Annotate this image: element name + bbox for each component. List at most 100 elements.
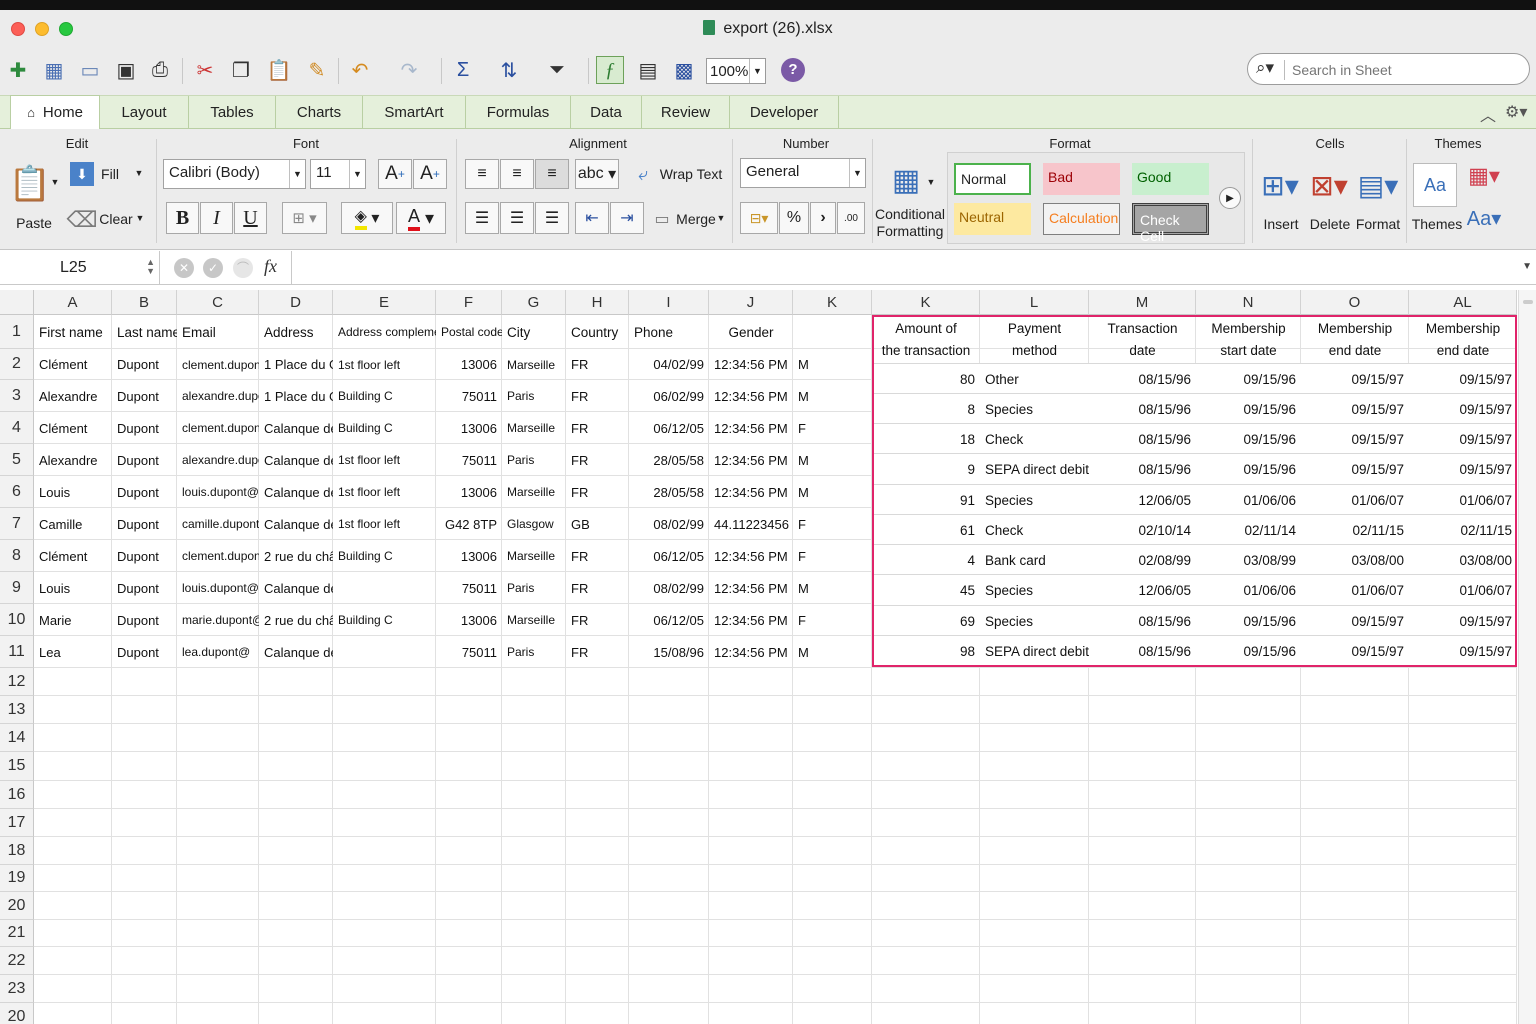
row-header[interactable]: 23: [0, 975, 34, 1003]
table-cell[interactable]: Building C: [333, 380, 436, 412]
column-header[interactable]: A: [34, 290, 112, 315]
align-middle-button[interactable]: ≡: [500, 159, 534, 189]
column-header[interactable]: AL: [1409, 290, 1517, 315]
table-cell[interactable]: Marseille: [502, 476, 566, 508]
table-cell[interactable]: 1st floor left: [333, 444, 436, 476]
scrollbar-thumb[interactable]: [1523, 300, 1533, 304]
cancel-icon[interactable]: ✕: [174, 258, 194, 278]
table-cell[interactable]: louis.dupont@: [177, 572, 259, 604]
table-cell[interactable]: Paris: [502, 636, 566, 668]
decrease-indent-button[interactable]: ⇤: [575, 202, 609, 234]
column-header[interactable]: K: [872, 290, 980, 315]
table-cell[interactable]: 13006: [436, 540, 502, 572]
table-cell[interactable]: M: [793, 636, 872, 668]
filter-icon[interactable]: ⏷: [543, 56, 571, 84]
header-cell[interactable]: Phone: [629, 315, 709, 349]
collapse-ribbon-icon[interactable]: ︿: [1480, 102, 1496, 126]
table-cell[interactable]: Louis: [34, 476, 112, 508]
confirm-icon[interactable]: ✓: [203, 258, 223, 278]
column-header[interactable]: N: [1196, 290, 1301, 315]
table-cell[interactable]: 06/02/99: [629, 380, 709, 412]
fx-label[interactable]: fx: [264, 256, 277, 277]
table-cell[interactable]: Paris: [502, 380, 566, 412]
comma-format-button[interactable]: ›: [810, 202, 836, 234]
table-cell[interactable]: M: [793, 572, 872, 604]
table-cell[interactable]: 75011: [436, 380, 502, 412]
row-header[interactable]: 16: [0, 781, 34, 809]
column-header[interactable]: E: [333, 290, 436, 315]
chevron-down-icon[interactable]: ▼: [716, 211, 726, 225]
table-cell[interactable]: [333, 636, 436, 668]
zoom-select[interactable]: 100% ▼: [706, 58, 766, 84]
table-cell[interactable]: 1st floor left: [333, 508, 436, 540]
conditional-formatting-icon[interactable]: ▦: [886, 159, 926, 201]
row-header[interactable]: 22: [0, 947, 34, 975]
row-header[interactable]: 7: [0, 508, 34, 540]
row-header[interactable]: 6: [0, 476, 34, 508]
increase-font-size-button[interactable]: A +: [378, 159, 412, 189]
increase-indent-button[interactable]: ⇥: [610, 202, 644, 234]
paste-icon[interactable]: 📋: [9, 159, 51, 209]
table-cell[interactable]: Calanque de S: [259, 476, 333, 508]
chevron-down-icon[interactable]: ▼: [132, 166, 146, 180]
row-header[interactable]: 15: [0, 752, 34, 781]
show-hide-icon[interactable]: ▤: [634, 56, 662, 84]
vertical-scrollbar[interactable]: [1518, 290, 1536, 1024]
table-cell[interactable]: Marie: [34, 604, 112, 636]
table-cell[interactable]: Marseille: [502, 604, 566, 636]
clear-button[interactable]: Clear: [98, 209, 134, 229]
table-cell[interactable]: Calanque de S: [259, 444, 333, 476]
search-sheet-field[interactable]: ⌕▾: [1247, 53, 1530, 85]
table-cell[interactable]: 75011: [436, 444, 502, 476]
table-cell[interactable]: Clément: [34, 349, 112, 380]
table-cell[interactable]: Marseille: [502, 412, 566, 444]
format-button[interactable]: Format: [1354, 214, 1402, 234]
eraser-icon[interactable]: ⌫: [66, 206, 97, 234]
row-header[interactable]: 1: [0, 315, 34, 349]
wrap-text-icon[interactable]: ⤶: [629, 160, 657, 188]
table-cell[interactable]: 28/05/58: [629, 444, 709, 476]
number-format-select[interactable]: General ▼: [740, 158, 866, 188]
table-cell[interactable]: F: [793, 604, 872, 636]
tab-home[interactable]: ⌂ Home: [10, 95, 100, 129]
fill-icon[interactable]: ⬇: [70, 162, 94, 186]
column-header[interactable]: F: [436, 290, 502, 315]
autosum-icon[interactable]: Σ: [449, 56, 477, 84]
table-cell[interactable]: 75011: [436, 636, 502, 668]
currency-format-button[interactable]: ⊟▾: [740, 202, 778, 234]
table-cell[interactable]: Louis: [34, 572, 112, 604]
table-cell[interactable]: FR: [566, 349, 629, 380]
table-cell[interactable]: Marseille: [502, 540, 566, 572]
column-header[interactable]: C: [177, 290, 259, 315]
tab-formulas[interactable]: Formulas: [466, 96, 571, 129]
column-header[interactable]: J: [709, 290, 793, 315]
format-cells-icon[interactable]: ▤▾: [1356, 161, 1400, 209]
new-icon[interactable]: ✚: [4, 56, 32, 84]
function-wizard-icon[interactable]: ⌒: [233, 258, 253, 278]
header-cell[interactable]: Gender: [709, 315, 793, 349]
table-cell[interactable]: Clément: [34, 412, 112, 444]
table-cell[interactable]: 12:34:56 PM: [709, 476, 793, 508]
table-cell[interactable]: Calanque de S: [259, 412, 333, 444]
column-header[interactable]: I: [629, 290, 709, 315]
style-bad[interactable]: Bad: [1043, 163, 1120, 195]
table-cell[interactable]: Calanque de S: [259, 636, 333, 668]
open-icon[interactable]: ▭: [76, 56, 104, 84]
align-left-button[interactable]: ☰: [465, 202, 499, 234]
row-header[interactable]: 8: [0, 540, 34, 572]
table-cell[interactable]: 06/12/05: [629, 540, 709, 572]
table-cell[interactable]: 1st floor left: [333, 476, 436, 508]
templates-icon[interactable]: ▦: [40, 56, 68, 84]
header-cell[interactable]: Postal code: [436, 315, 502, 349]
decimal-places-button[interactable]: .00: [837, 202, 865, 234]
table-cell[interactable]: Building C: [333, 540, 436, 572]
table-cell[interactable]: 1st floor left: [333, 349, 436, 380]
row-header[interactable]: 20: [0, 1003, 34, 1024]
italic-button[interactable]: I: [200, 202, 233, 234]
wrap-text-button[interactable]: Wrap Text: [658, 164, 724, 184]
tab-tables[interactable]: Tables: [189, 96, 276, 129]
font-color-button[interactable]: A ▾: [396, 202, 446, 234]
search-icon[interactable]: ⌕▾: [1256, 58, 1274, 78]
tab-developer[interactable]: Developer: [730, 96, 839, 129]
column-header[interactable]: M: [1089, 290, 1196, 315]
